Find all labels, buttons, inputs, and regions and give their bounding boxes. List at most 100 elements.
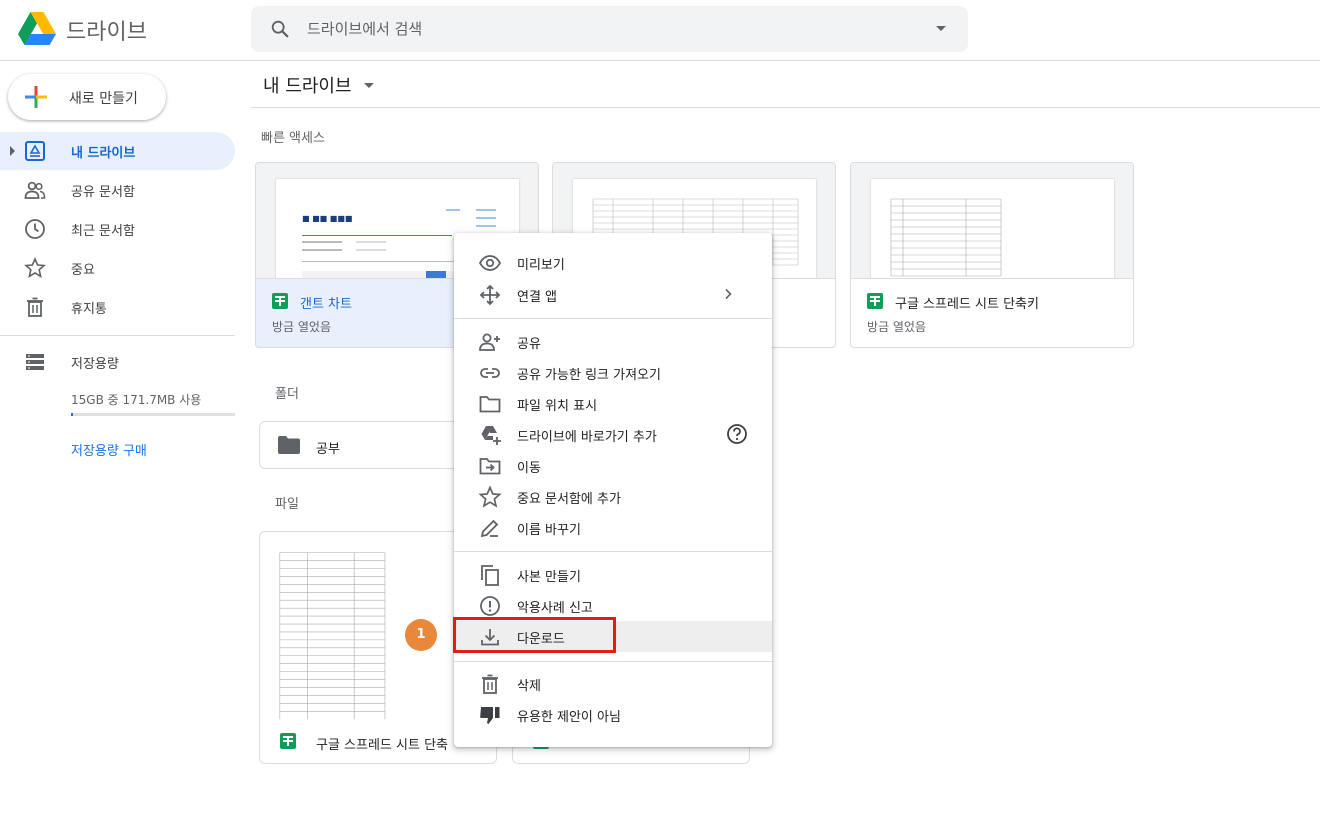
trash-icon [482,674,498,694]
search-input[interactable] [307,6,907,52]
storage-progress-bar [71,413,235,416]
help-icon[interactable] [726,423,748,445]
folders-label: 폴더 [275,387,299,402]
sidebar-item-my-drive[interactable]: 내 드라이브 [0,132,235,170]
file-name: 구글 스프레드 시트 단축 [316,738,448,753]
menu-item-label: 파일 위치 표시 [517,399,598,414]
pencil-icon [480,519,499,538]
main-divider [251,107,1320,108]
trash-icon [27,297,43,317]
sidebar-item-label: 최근 문서함 [71,224,135,239]
download-highlight-box [453,617,616,653]
menu-item-label: 드라이브에 바로가기 추가 [517,430,657,445]
expand-arrow-icon[interactable] [10,146,15,156]
menu-item-open-with[interactable]: 연결 앱 [454,279,772,310]
menu-item-add-starred[interactable]: 중요 문서함에 추가 [454,481,772,512]
quick-access-card[interactable]: 구글 스프레드 시트 단축키 방금 열었음 [850,162,1134,348]
plus-icon [25,86,47,108]
menu-item-get-link[interactable]: 공유 가능한 링크 가져오기 [454,357,772,388]
sidebar-item-starred[interactable]: 중요 [0,249,235,287]
new-button-label: 새로 만들기 [69,91,138,107]
sidebar-item-label: 중요 [71,263,95,278]
sidebar-item-recent[interactable]: 최근 문서함 [0,210,235,248]
menu-separator [454,551,772,552]
file-opened-time: 방금 열었음 [867,320,927,334]
context-menu: 미리보기 연결 앱 공유 공유 가능한 링크 가져오기 파일 위치 표시 드라이… [454,233,772,747]
star-icon [24,257,46,278]
folder-icon [278,436,300,454]
menu-item-label: 악용사례 신고 [517,601,593,616]
menu-item-label: 유용한 제안이 아님 [517,710,621,725]
sidebar-item-trash[interactable]: 휴지통 [0,288,235,326]
sidebar-item-shared[interactable]: 공유 문서함 [0,171,235,209]
top-bar: 드라이브 [0,0,1320,61]
clock-icon [25,219,45,239]
search-bar[interactable] [251,6,968,52]
menu-item-make-copy[interactable]: 사본 만들기 [454,559,772,590]
svg-text:■ ■■ ■■■: ■ ■■ ■■■ [302,214,352,223]
folder-name: 공부 [316,442,340,457]
drive-logo-icon[interactable] [18,12,56,46]
menu-separator [454,661,772,662]
file-thumbnail [851,163,1133,279]
new-button[interactable]: 새로 만들기 [8,74,166,120]
people-icon [24,181,46,199]
eye-icon [478,255,502,271]
menu-separator [454,318,772,319]
menu-item-rename[interactable]: 이름 바꾸기 [454,512,772,543]
sidebar-item-label: 내 드라이브 [71,146,136,161]
menu-item-delete[interactable]: 삭제 [454,668,772,699]
storage-icon [26,354,44,370]
menu-item-preview[interactable]: 미리보기 [454,247,772,278]
file-name: 갠트 차트 [300,297,352,312]
sheets-icon [272,293,288,309]
sidebar-item-storage[interactable]: 저장용량 [0,343,235,381]
menu-item-label: 공유 [517,337,541,352]
menu-item-label: 이름 바꾸기 [517,523,581,538]
link-icon [480,368,500,378]
menu-item-label: 미리보기 [517,258,565,273]
sidebar-item-label: 휴지통 [71,302,107,317]
menu-item-move[interactable]: 이동 [454,450,772,481]
quick-access-label: 빠른 액세스 [261,131,325,146]
drive-shortcut-icon [481,426,501,445]
move-arrows-icon [479,284,501,306]
spreadsheet-thumbnail [871,179,1114,278]
report-icon [480,596,500,616]
menu-item-share[interactable]: 공유 [454,326,772,357]
menu-item-label: 연결 앱 [517,290,558,305]
storage-label: 저장용량 [71,357,119,372]
menu-item-label: 이동 [517,461,541,476]
my-drive-icon [25,141,45,161]
sheets-icon [867,293,883,309]
buy-storage-link[interactable]: 저장용량 구매 [71,440,147,459]
sheets-icon [280,733,296,749]
sidebar-item-label: 공유 문서함 [71,185,135,200]
search-options-caret-icon[interactable] [936,26,946,31]
page-title[interactable]: 내 드라이브 [263,72,352,98]
storage-usage-text: 15GB 중 171.7MB 사용 [71,393,202,407]
menu-item-show-location[interactable]: 파일 위치 표시 [454,388,772,419]
menu-item-label: 공유 가능한 링크 가져오기 [517,368,661,383]
storage-progress-fill [71,413,73,416]
menu-item-add-shortcut[interactable]: 드라이브에 바로가기 추가 [454,419,772,450]
file-name: 구글 스프레드 시트 단축키 [895,297,1039,312]
step-number-badge: 1 [405,619,437,651]
menu-item-label: 중요 문서함에 추가 [517,492,621,507]
thumb-down-icon [480,707,500,724]
sidebar-divider [0,335,235,336]
folder-outline-icon [479,396,501,413]
title-dropdown-caret-icon[interactable] [364,83,374,88]
person-add-icon [479,333,500,351]
copy-icon [481,565,499,586]
move-to-icon [479,458,501,475]
file-opened-time: 방금 열었음 [272,320,332,334]
menu-item-label: 삭제 [517,679,541,694]
menu-item-label: 사본 만들기 [517,570,581,585]
app-name: 드라이브 [66,20,147,45]
menu-item-not-helpful[interactable]: 유용한 제안이 아님 [454,699,772,730]
chevron-right-icon [725,288,732,300]
star-outline-icon [478,485,502,508]
search-icon[interactable] [269,18,291,40]
files-label: 파일 [275,497,299,512]
